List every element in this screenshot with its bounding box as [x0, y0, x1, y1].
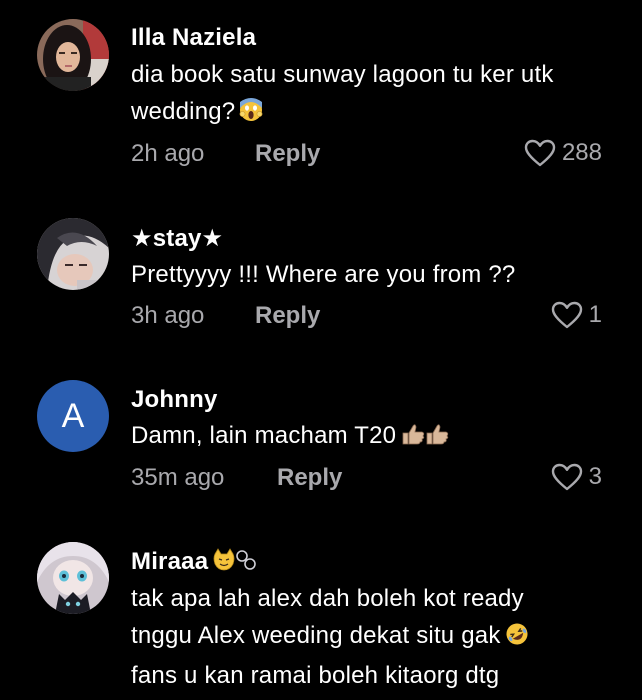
- comment-text: Damn, lain macham T20: [131, 417, 601, 457]
- comment-line: wedding?: [131, 93, 601, 133]
- comment-item: Illa Naziela dia book satu sunway lagoon…: [0, 0, 642, 190]
- comment-line: Prettyyyy !!! Where are you from ??: [131, 261, 516, 288]
- like-button[interactable]: 288: [524, 139, 602, 167]
- comment-item: A Johnny Damn, lain macham T20 35m ago R…: [0, 350, 642, 520]
- comment-text: tak apa lah alex dah boleh kot ready tng…: [131, 580, 601, 694]
- like-count: 3: [588, 463, 602, 490]
- cat-and-bubbles-icon: [212, 548, 258, 579]
- username[interactable]: Miraaa: [131, 548, 258, 579]
- comment-line: dia book satu sunway lagoon tu ker utk: [131, 61, 554, 88]
- username[interactable]: Johnny: [131, 386, 218, 414]
- comment-item: Miraaa tak apa lah alex dah boleh kot re…: [0, 520, 642, 700]
- comment-item: ★stay★ Prettyyyy !!! Where are you from …: [0, 190, 642, 350]
- avatar-letter: A: [61, 396, 85, 435]
- comment-line-text: wedding?: [131, 98, 236, 125]
- comment-text: Prettyyyy !!! Where are you from ??: [131, 256, 601, 293]
- reply-button[interactable]: Reply: [277, 464, 342, 492]
- username[interactable]: ★stay★: [131, 224, 223, 253]
- comment-line-text: tnggu Alex weeding dekat situ gak: [131, 622, 501, 649]
- reply-button[interactable]: Reply: [255, 302, 320, 330]
- avatar[interactable]: A: [37, 380, 109, 452]
- avatar[interactable]: [37, 19, 109, 91]
- comment-line: tak apa lah alex dah boleh kot ready: [131, 585, 524, 612]
- timestamp: 2h ago: [131, 140, 205, 167]
- comment-text: dia book satu sunway lagoon tu ker utk w…: [131, 56, 601, 133]
- like-count: 288: [561, 139, 602, 166]
- heart-icon: [551, 301, 583, 329]
- avatar[interactable]: [37, 218, 109, 290]
- comment-line-text: Damn, lain macham T20: [131, 422, 397, 449]
- timestamp: 3h ago: [131, 302, 205, 329]
- like-button[interactable]: 3: [551, 463, 602, 491]
- heart-icon: [524, 139, 556, 167]
- avatar[interactable]: [37, 542, 109, 614]
- reply-button[interactable]: Reply: [255, 140, 320, 168]
- username[interactable]: Illa Naziela: [131, 24, 256, 52]
- rolling-on-floor-laughing-icon: [505, 620, 529, 657]
- comment-line: fans u kan ramai boleh kitaorg dtg: [131, 662, 500, 689]
- thumbs-up-icon: [400, 420, 450, 457]
- comment-line: tnggu Alex weeding dekat situ gak: [131, 617, 601, 657]
- comment-line: Damn, lain macham T20: [131, 417, 601, 457]
- face-screaming-in-fear-icon: [239, 96, 263, 133]
- username-text: Miraaa: [131, 548, 209, 575]
- like-button[interactable]: 1: [551, 301, 602, 329]
- like-count: 1: [588, 301, 602, 328]
- heart-icon: [551, 463, 583, 491]
- timestamp: 35m ago: [131, 464, 225, 491]
